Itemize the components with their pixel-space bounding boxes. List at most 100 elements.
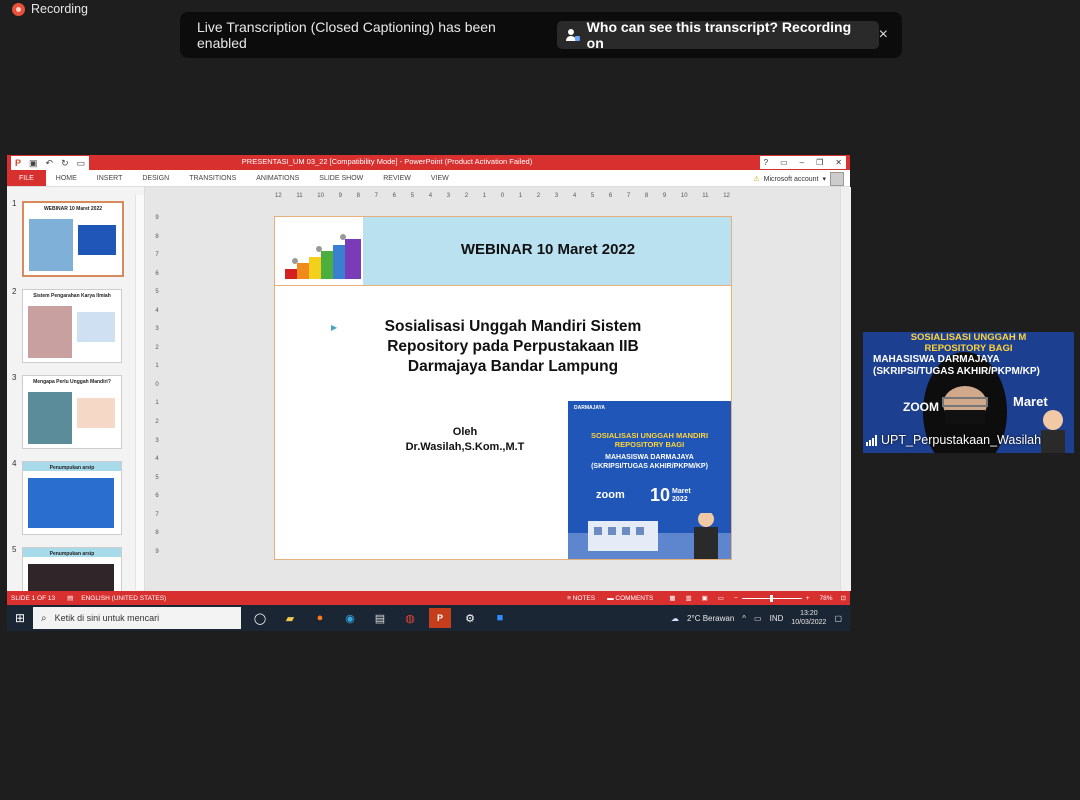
ribbon-tab-home[interactable]: HOME xyxy=(46,175,87,182)
slide-counter: SLIDE 1 OF 13 xyxy=(11,594,56,602)
slide-scrollbar[interactable] xyxy=(840,187,851,591)
warning-icon: ⚠ xyxy=(753,176,760,183)
slide-thumbnail[interactable]: WEBINAR 10 Maret 2022 xyxy=(22,201,124,277)
slide-thumbnail[interactable]: Mengapa Perlu Unggah Mandiri? xyxy=(22,375,122,449)
ruler-tick-label: 8 xyxy=(644,193,649,199)
notes-button[interactable]: ≡ NOTES xyxy=(567,595,595,602)
close-icon[interactable]: ✕ xyxy=(835,158,842,167)
thumbnail-title: Sistem Pengarahan Karya Ilmiah xyxy=(33,293,111,299)
thumbnail-textbox xyxy=(78,225,116,255)
zoom-level[interactable]: 78% xyxy=(820,595,833,602)
input-language[interactable]: IND xyxy=(770,614,784,623)
clock-date: 10/03/2022 xyxy=(791,619,827,626)
file-explorer-icon[interactable]: ▰ xyxy=(279,608,301,628)
account-label: Microsoft account xyxy=(763,175,819,183)
zoom-slider[interactable] xyxy=(741,594,802,602)
spellcheck-icon[interactable]: ▤ xyxy=(67,594,73,602)
video-poster-title: SOSIALISASI UNGGAH M REPOSITORY BAGI xyxy=(863,332,1074,354)
ruler-tick-label: 3 xyxy=(155,437,159,444)
banner-close-button[interactable]: × xyxy=(879,26,888,44)
ribbon-display-icon[interactable]: ▭ xyxy=(780,158,788,167)
settings-gear-icon[interactable]: ⚙ xyxy=(459,608,481,628)
slide-thumbnail[interactable]: Penumpukan arsip xyxy=(22,547,122,591)
ribbon-tab-review[interactable]: REVIEW xyxy=(373,175,421,182)
video-poster-zoom: ZOOM xyxy=(903,400,939,414)
thumbnail-number: 2 xyxy=(12,287,17,296)
participant-name-label: UPT_Perpustakaan_Wasilah xyxy=(866,433,1041,447)
transcript-info-button[interactable]: Who can see this transcript? Recording o… xyxy=(556,19,879,51)
ruler-tick-label: 2 xyxy=(536,193,541,199)
powerpoint-taskbar-icon[interactable]: P xyxy=(429,608,451,628)
zoom-in-button[interactable]: + xyxy=(806,595,810,602)
taskbar-clock[interactable]: 13:20 10/03/2022 xyxy=(791,609,826,627)
chevron-down-icon: ▾ xyxy=(822,176,826,183)
ribbon-tab-file[interactable]: FILE xyxy=(7,170,46,186)
edge-icon[interactable]: ◉ xyxy=(339,608,361,628)
powerpoint-window: P ▣ ↶ ↻ ▭ PRESENTASI_UM 03_22 [Compatibi… xyxy=(7,155,851,605)
fit-slide-icon[interactable]: ⊡ xyxy=(841,594,846,602)
zoom-app-icon[interactable]: ■ xyxy=(489,608,511,628)
slide-thumbnail[interactable]: Sistem Pengarahan Karya Ilmiah xyxy=(22,289,122,363)
thumbnail-title: WEBINAR 10 Maret 2022 xyxy=(43,206,103,212)
ribbon-tab-slide-show[interactable]: SLIDE SHOW xyxy=(309,175,373,182)
ruler-tick-label: 10 xyxy=(317,193,324,199)
ribbon-tabs: FILE HOME INSERT DESIGN TRANSITIONS ANIMATION… xyxy=(7,170,850,187)
notification-icon[interactable]: ▢ xyxy=(834,614,842,623)
ribbon-tab-view[interactable]: VIEW xyxy=(421,175,459,182)
task-view-icon[interactable]: ◯ xyxy=(249,608,271,628)
ruler-tick-label: 4 xyxy=(155,456,159,463)
current-slide[interactable]: WEBINAR 10 Maret 2022 ▶ Sosialisasi Ungg… xyxy=(274,216,732,560)
network-icon[interactable]: ▭ xyxy=(754,614,762,623)
help-icon[interactable]: ? xyxy=(764,158,768,167)
chevron-up-icon[interactable]: ^ xyxy=(742,614,746,623)
ruler-tick-label: 1 xyxy=(155,363,159,370)
slide-sorter-icon[interactable]: ▥ xyxy=(685,594,691,602)
thumbnail-image xyxy=(29,219,73,271)
account-area[interactable]: ⚠ Microsoft account ▾ xyxy=(753,172,844,186)
restore-icon[interactable]: ❐ xyxy=(816,158,823,167)
ruler-tick-label: 0 xyxy=(500,193,505,199)
chrome-icon[interactable]: ◍ xyxy=(399,608,421,628)
taskbar-apps: ◯ ▰ ● ◉ ▤ ◍ P ⚙ ■ xyxy=(249,608,511,628)
ribbon-tab-animations[interactable]: ANIMATIONS xyxy=(246,175,309,182)
ruler-tick-label: 8 xyxy=(155,233,159,240)
video-poster-month: Maret xyxy=(1013,394,1048,409)
ribbon-tab-transitions[interactable]: TRANSITIONS xyxy=(179,175,246,182)
thumbnail-image xyxy=(28,392,72,444)
ruler-tick-label: 11 xyxy=(702,193,709,199)
ribbon-tab-design[interactable]: DESIGN xyxy=(132,175,179,182)
author-name: Dr.Wasilah,S.Kom.,M.T xyxy=(405,441,525,453)
windows-start-icon[interactable]: ⊞ xyxy=(7,611,33,625)
ruler-tick-label: 4 xyxy=(155,307,159,314)
normal-view-icon[interactable]: ▦ xyxy=(669,594,675,602)
ppt-title-bar: P ▣ ↶ ↻ ▭ PRESENTASI_UM 03_22 [Compatibi… xyxy=(7,155,850,170)
participant-name: UPT_Perpustakaan_Wasilah xyxy=(881,433,1042,447)
store-icon[interactable]: ▤ xyxy=(369,608,391,628)
ruler-tick-label: 9 xyxy=(155,548,159,555)
ruler-tick-label: 1 xyxy=(482,193,487,199)
ruler-tick-label: 5 xyxy=(590,193,595,199)
comments-button[interactable]: ▬ COMMENTS xyxy=(607,595,653,602)
firefox-icon[interactable]: ● xyxy=(309,608,331,628)
weather-label[interactable]: 2°C Berawan xyxy=(687,614,734,623)
ruler-tick-label: 7 xyxy=(155,511,159,518)
reading-view-icon[interactable]: ▣ xyxy=(702,594,708,602)
participant-video-tile[interactable]: SOSIALISASI UNGGAH M REPOSITORY BAGI MAH… xyxy=(863,332,1074,453)
video-poster-line: (SKRIPSI/TUGAS AKHIR/PKPM/KP) xyxy=(873,366,1040,377)
language-label[interactable]: ENGLISH (UNITED STATES) xyxy=(81,595,166,602)
thumbnail-number: 3 xyxy=(12,373,17,382)
taskbar-search[interactable]: ⌕ Ketik di sini untuk mencari xyxy=(33,607,241,629)
ruler-tick-label: 1 xyxy=(155,400,159,407)
zoom-out-button[interactable]: − xyxy=(734,595,738,602)
slide-thumbnail[interactable]: Penumpukan arsip xyxy=(22,461,122,535)
minimize-icon[interactable]: – xyxy=(800,158,804,167)
vertical-ruler: 9 8 7 6 5 4 3 2 1 0 1 2 3 4 5 6 7 8 9 xyxy=(153,215,161,555)
poster-date-day: 10 xyxy=(650,485,671,505)
ruler-tick-label: 7 xyxy=(374,193,378,199)
thumbnail-image xyxy=(28,564,114,591)
thumbnail-scrollbar[interactable] xyxy=(135,195,144,590)
slideshow-view-icon[interactable]: ▭ xyxy=(718,594,724,602)
slide-text-line: Repository pada Perpustakaan IIB xyxy=(387,338,639,355)
ribbon-tab-insert[interactable]: INSERT xyxy=(87,175,133,182)
ruler-tick-label: 3 xyxy=(446,193,451,199)
